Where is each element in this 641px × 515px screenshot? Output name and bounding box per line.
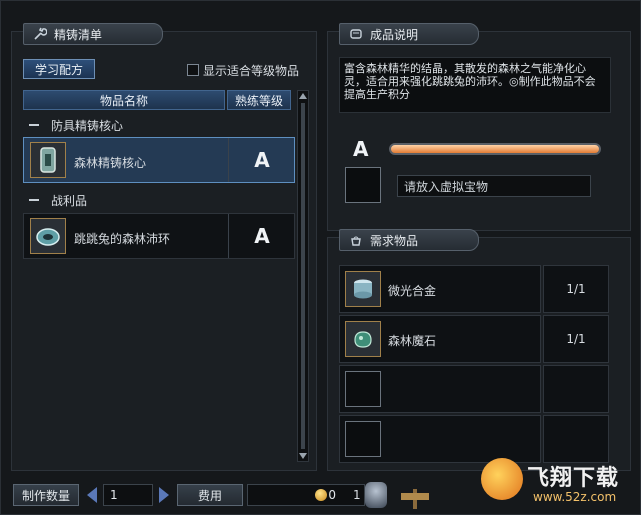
craft-quantity-label: 制作数量 (13, 484, 79, 506)
show-level-filter-checkbox[interactable] (187, 64, 199, 76)
required-item-qty: 1/1 (543, 265, 609, 313)
fee-amount: 0 (328, 488, 336, 502)
watermark-logo: 飞翔下载 www.52z.com (481, 456, 636, 511)
required-items-title: 需求物品 (370, 233, 419, 248)
collapse-icon (29, 124, 39, 126)
recipe-list-title-tab: 精铸清单 (23, 23, 163, 45)
empty-item-slot (345, 371, 381, 407)
rank-badge: A (228, 214, 295, 258)
craft-quantity-input[interactable]: 1 (103, 484, 153, 506)
bag-icon (348, 232, 364, 248)
fee-label: 费用 (177, 484, 243, 506)
recipe-list-scrollbar[interactable] (297, 90, 309, 462)
required-item-name: 微光合金 (388, 284, 437, 298)
increase-quantity-arrow-icon[interactable] (159, 487, 169, 503)
empty-item-slot (345, 421, 381, 457)
learn-recipe-button[interactable]: 学习配方 (23, 59, 95, 79)
required-item-row[interactable]: 森林魔石 (339, 315, 541, 363)
watermark-url: www.52z.com (533, 490, 617, 504)
right-count: 1 (353, 488, 361, 502)
group-header-loot[interactable]: 战利品 (23, 190, 291, 210)
column-header-rank[interactable]: 熟练等级 (227, 90, 291, 110)
decrease-quantity-arrow-icon[interactable] (87, 487, 97, 503)
show-level-filter-label: 显示适合等级物品 (203, 64, 300, 78)
recipe-name: 跳跳兔的森林沛环 (74, 232, 171, 246)
recipe-name: 森林精铸核心 (74, 156, 147, 170)
collapse-icon (29, 199, 39, 201)
virtual-treasure-field[interactable]: 请放入虚拟宝物 (397, 175, 591, 197)
signpost-icon (401, 489, 429, 509)
group-header-armor-core[interactable]: 防具精铸核心 (23, 115, 291, 135)
rank-badge: A (228, 138, 295, 182)
group-label: 战利品 (51, 193, 88, 208)
crafting-window: 精铸清单 学习配方 显示适合等级物品 物品名称 熟练等级 防具精铸核心 森林精铸… (0, 0, 641, 515)
alloy-icon (345, 271, 381, 307)
recipe-row-forest-ring[interactable]: 跳跳兔的森林沛环 A (23, 213, 295, 259)
group-label: 防具精铸核心 (51, 118, 124, 133)
green-core-icon (30, 142, 66, 178)
green-ring-icon (30, 218, 66, 254)
required-item-qty-empty (543, 365, 609, 413)
product-info-title: 成品说明 (370, 27, 419, 42)
proficiency-bar (389, 143, 601, 155)
watermark-badge-icon (481, 458, 523, 500)
column-header-item-name[interactable]: 物品名称 (23, 90, 225, 110)
fee-value: 0 (247, 484, 365, 506)
scroll-icon (348, 26, 364, 42)
required-item-row-empty (339, 365, 541, 413)
required-item-name: 森林魔石 (388, 334, 437, 348)
scroll-up-arrow-icon[interactable] (299, 93, 307, 99)
required-item-qty: 1/1 (543, 315, 609, 363)
virtual-treasure-slot[interactable] (345, 167, 381, 203)
gold-coin-icon (315, 489, 327, 501)
required-item-row[interactable]: 微光合金 (339, 265, 541, 313)
required-items-title-tab: 需求物品 (339, 229, 479, 251)
wrench-icon (32, 26, 48, 42)
product-description: 富含森林精华的结晶，其散发的森林之气能净化心灵，适合用来强化跳跳兔的沛环。◎制作… (339, 57, 611, 113)
product-info-title-tab: 成品说明 (339, 23, 479, 45)
magic-stone-icon (345, 321, 381, 357)
character-avatar-icon (365, 482, 387, 508)
product-rank-badge: A (353, 137, 369, 161)
recipe-row-forest-core[interactable]: 森林精铸核心 A (23, 137, 295, 183)
recipe-list-title: 精铸清单 (54, 27, 103, 42)
watermark-brand: 飞翔下载 (527, 466, 620, 491)
scroll-thumb[interactable] (301, 103, 305, 449)
scroll-down-arrow-icon[interactable] (299, 453, 307, 459)
